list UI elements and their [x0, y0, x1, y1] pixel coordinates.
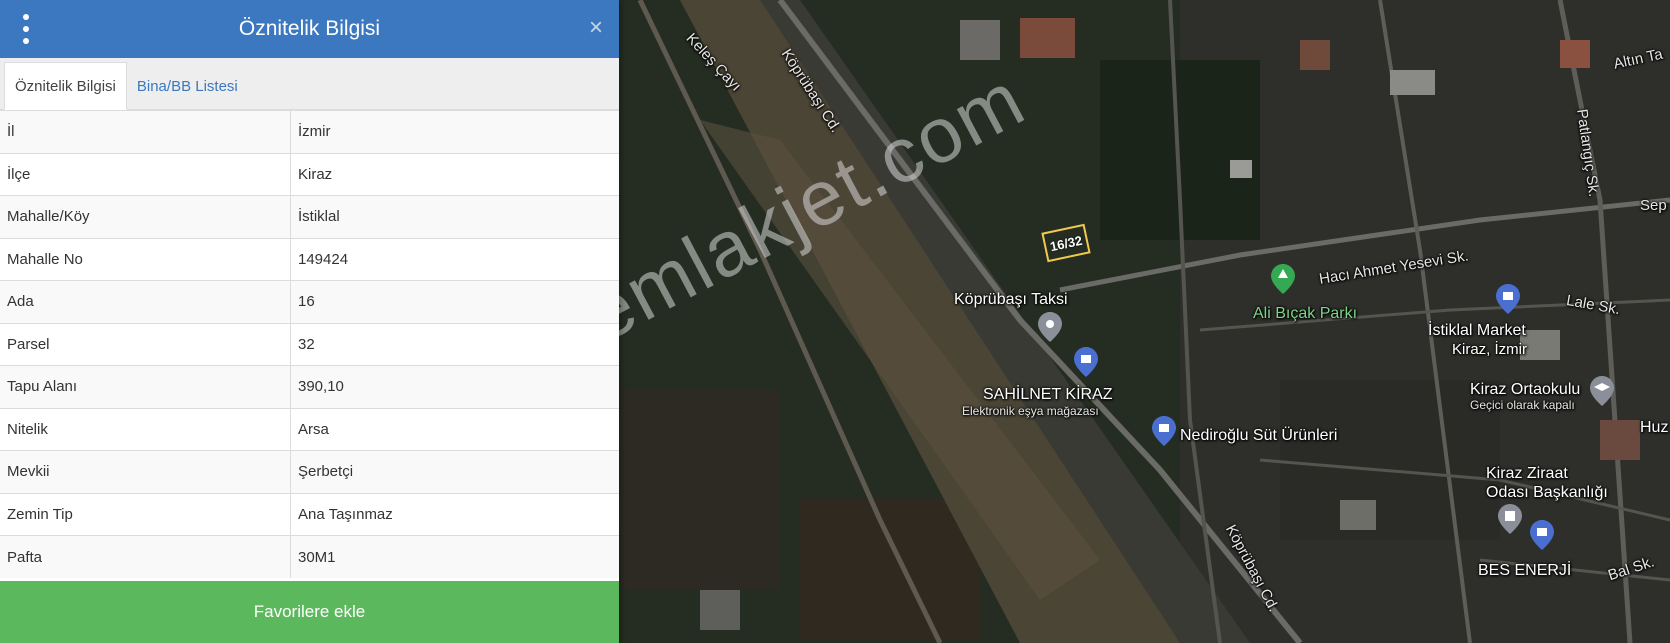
row-value: Ana Taşınmaz — [290, 492, 619, 536]
more-options-icon[interactable] — [18, 14, 34, 44]
school-pin-icon[interactable] — [1590, 376, 1614, 406]
table-row: Tapu Alanı 390,10 — [0, 365, 619, 408]
row-value: 149424 — [290, 237, 619, 281]
map-label-kiraz-ortaokulu: Kiraz Ortaokulu — [1470, 381, 1581, 398]
map-label-koprubasi-taksi: Köprübaşı Taksi — [954, 291, 1068, 308]
map-label-bes-enerji: BES ENERJİ — [1478, 562, 1572, 579]
map-label-sep: Sep — [1640, 197, 1667, 214]
map-label-nediroglu: Nediroğlu Süt Ürünleri — [1180, 427, 1338, 444]
table-row: Zemin Tip Ana Taşınmaz — [0, 492, 619, 536]
park-pin-icon[interactable] — [1271, 264, 1295, 294]
attribute-table: İl İzmir İlçe Kiraz Mahalle/Köy İstiklal… — [0, 110, 619, 578]
row-key: Mahalle No — [0, 237, 291, 281]
table-row: Pafta 30M1 — [0, 535, 619, 578]
panel-title: Öznitelik Bilgisi — [238, 17, 381, 40]
row-key: Mevkii — [0, 450, 291, 493]
row-value: 30M1 — [290, 535, 619, 578]
table-row: Parsel 32 — [0, 322, 619, 366]
row-value: Kiraz — [290, 152, 619, 196]
table-row: Nitelik Arsa — [0, 407, 619, 451]
shop-pin-icon[interactable] — [1074, 347, 1098, 377]
row-key: İlçe — [0, 152, 291, 196]
map-label-sahilnet: SAHİLNET KİRAZ — [983, 386, 1113, 403]
row-key: Ada — [0, 280, 291, 323]
map-label-ziraat-2: Odası Başkanlığı — [1486, 484, 1608, 501]
row-value: 16 — [290, 280, 619, 323]
row-key: Nitelik — [0, 407, 291, 451]
attribute-panel: Öznitelik Bilgisi × Öznitelik Bilgisi Bi… — [0, 0, 619, 643]
row-key: Pafta — [0, 535, 291, 578]
map-label-gecici: Geçici olarak kapalı — [1470, 398, 1575, 412]
shop-pin-icon[interactable] — [1152, 416, 1176, 446]
row-value: 390,10 — [290, 365, 619, 408]
table-row: İlçe Kiraz — [0, 152, 619, 196]
map-label-ali-bicak: Ali Bıçak Parkı — [1253, 305, 1358, 322]
map-label-elektronik: Elektronik eşya mağazası — [962, 404, 1099, 418]
table-row: Mevkii Şerbetçi — [0, 450, 619, 493]
row-value: Arsa — [290, 407, 619, 451]
row-key: Mahalle/Köy — [0, 195, 291, 238]
row-key: Parsel — [0, 322, 291, 366]
shop-pin-icon[interactable] — [1530, 520, 1554, 550]
table-row: İl İzmir — [0, 110, 619, 153]
row-key: Zemin Tip — [0, 492, 291, 536]
taxi-pin-icon[interactable] — [1038, 312, 1062, 342]
row-value: İstiklal — [290, 195, 619, 238]
map-label-istiklal-market: İstiklal Market — [1428, 322, 1526, 339]
panel-tabs: Öznitelik Bilgisi Bina/BB Listesi — [0, 58, 619, 110]
row-value: 32 — [290, 322, 619, 366]
row-value: İzmir — [290, 110, 619, 153]
row-value: Şerbetçi — [290, 450, 619, 493]
table-row: Mahalle/Köy İstiklal — [0, 195, 619, 238]
building-pin-icon[interactable] — [1498, 504, 1522, 534]
panel-header: Öznitelik Bilgisi × — [0, 0, 619, 58]
row-key: İl — [0, 110, 291, 153]
tab-bina-bb-listesi[interactable]: Bina/BB Listesi — [127, 63, 248, 109]
table-row: Mahalle No 149424 — [0, 237, 619, 281]
add-to-favorites-button[interactable]: Favorilere ekle — [0, 581, 619, 643]
map-label-huz: Huz — [1640, 419, 1669, 436]
tab-oznitelik-bilgisi[interactable]: Öznitelik Bilgisi — [4, 62, 127, 110]
shop-pin-icon[interactable] — [1496, 284, 1520, 314]
close-icon[interactable]: × — [589, 14, 603, 42]
table-row: Ada 16 — [0, 280, 619, 323]
map-label-ziraat: Kiraz Ziraat — [1486, 465, 1568, 482]
map-label-istiklal-market-city: Kiraz, İzmir — [1452, 341, 1527, 358]
row-key: Tapu Alanı — [0, 365, 291, 408]
